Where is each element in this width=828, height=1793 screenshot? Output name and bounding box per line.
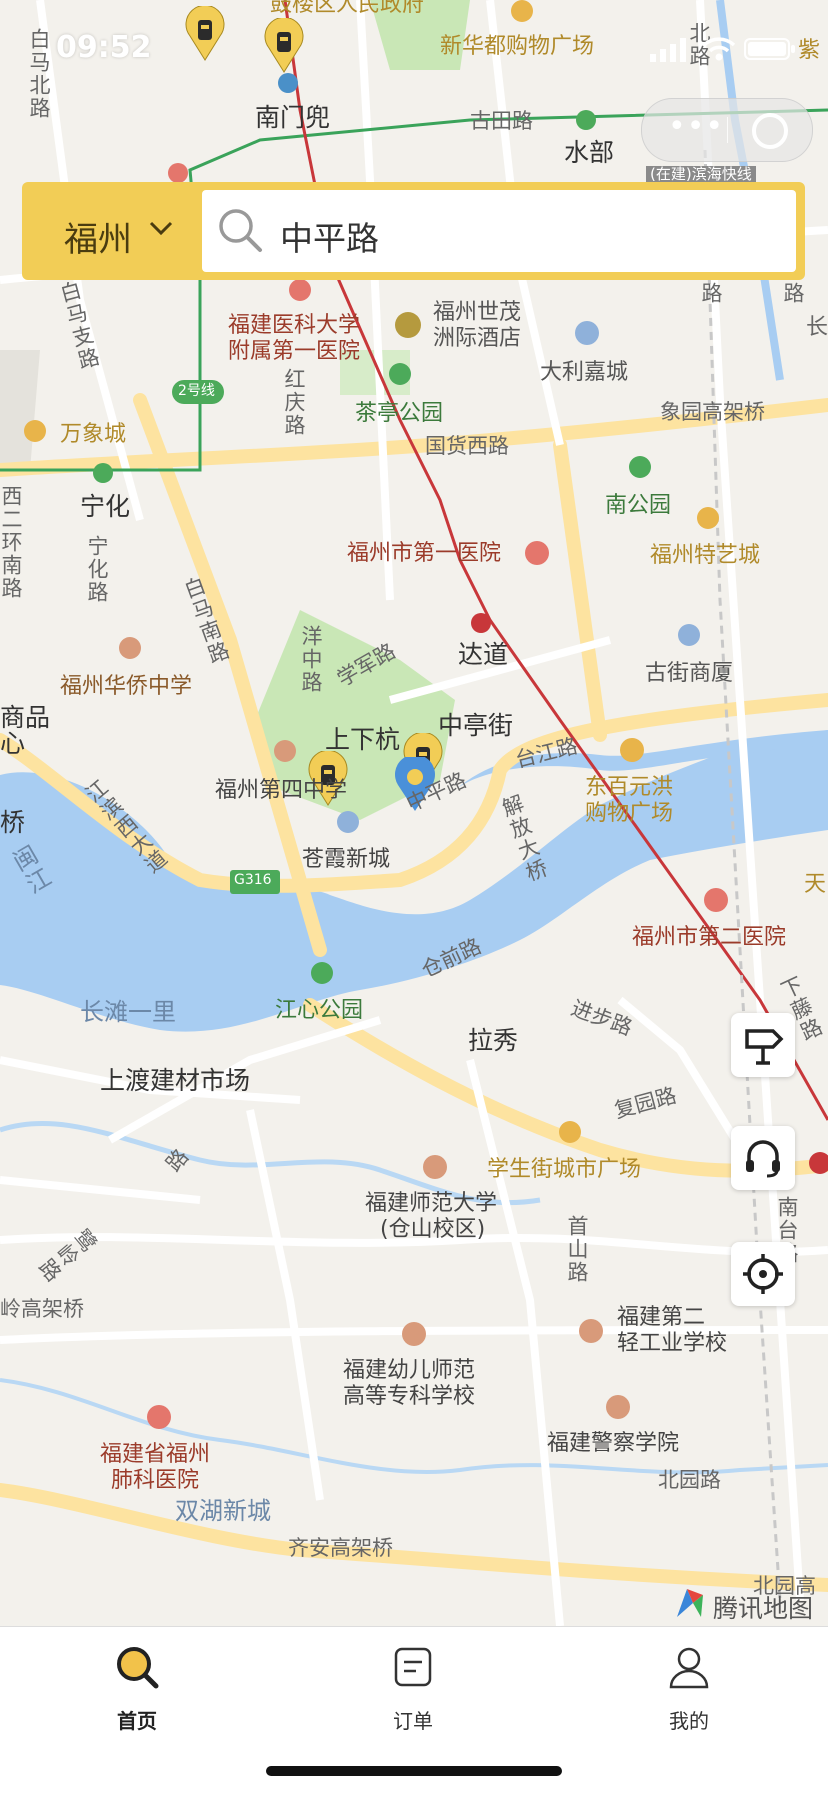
map-label: 福州市第一医院: [347, 541, 502, 566]
map-label: G316: [234, 872, 272, 888]
map-label: 东百元洪: [585, 775, 674, 800]
battery-icon: [744, 38, 795, 60]
map-label: 中亭街: [438, 711, 514, 740]
status-bar: 09:52: [0, 0, 828, 90]
search-input[interactable]: 中平路: [202, 190, 796, 272]
map-provider-label: 腾讯地图: [713, 1594, 814, 1623]
map-label: 岭高架桥: [0, 1297, 84, 1321]
map-label: 高等专科学校: [343, 1384, 476, 1409]
map-label: 双湖新城: [175, 1497, 271, 1525]
city-selector[interactable]: 福州: [22, 182, 200, 280]
map-label: 福建警察学院: [547, 1431, 680, 1456]
chevron-down-icon: [149, 221, 173, 236]
map-label: 桥: [0, 808, 26, 837]
map-label: 福州华侨中学: [60, 674, 193, 699]
search-icon: [219, 209, 262, 252]
tab-home[interactable]: 首页: [77, 1645, 197, 1735]
map-label: 洲际酒店: [433, 326, 522, 351]
map-label: 福建医科大学: [228, 313, 361, 338]
tab-label: 我的: [669, 1709, 709, 1733]
tab-label: 订单: [393, 1709, 433, 1733]
tab-profile[interactable]: 我的: [629, 1645, 749, 1735]
map-label: 福州世茂: [433, 300, 522, 325]
signal-icon: [650, 38, 686, 62]
headset-icon: [746, 1140, 780, 1178]
route-guide-button[interactable]: [731, 1013, 795, 1077]
map-label: 红庆路: [282, 368, 306, 437]
map-label: 南公园: [605, 493, 672, 518]
map-label: 商品: [0, 703, 51, 732]
map-label: 首山路: [565, 1215, 589, 1284]
locate-me-button[interactable]: [731, 1242, 795, 1306]
map-label: 拉秀: [468, 1026, 519, 1055]
map-label: 万象城: [60, 422, 127, 447]
search-icon: [117, 1647, 159, 1689]
map-label: 达道: [458, 640, 509, 669]
close-miniprogram-icon[interactable]: [752, 113, 788, 149]
status-time: 09:52: [56, 30, 152, 65]
tab-orders[interactable]: 订单: [353, 1645, 473, 1735]
map-label: 肺科医院: [111, 1468, 200, 1493]
miniprogram-capsule: •••: [641, 98, 813, 162]
map-label: 2号线: [178, 383, 215, 399]
map-label: 天: [804, 872, 827, 897]
city-label: 福州: [64, 220, 132, 260]
map-label: 宁化路: [85, 535, 109, 604]
search-bar: 福州 中平路: [22, 182, 805, 280]
tab-label: 首页: [117, 1709, 157, 1733]
map-label: 附属第一医院: [228, 339, 361, 364]
map-label: 齐安高架桥: [288, 1536, 393, 1560]
customer-service-button[interactable]: [731, 1126, 795, 1190]
map-label: 路: [699, 282, 723, 305]
map-label: 长: [806, 315, 828, 340]
capsule-divider: [727, 117, 728, 143]
map-label: 福建幼儿师范: [343, 1358, 476, 1383]
map-label: 国货西路: [425, 434, 509, 458]
crosshair-icon: [743, 1254, 783, 1294]
map-label: 古街商厦: [645, 661, 734, 686]
user-icon: [669, 1647, 709, 1689]
map-label: (在建)滨海快线: [646, 166, 756, 183]
map-label: 苍霞新城: [302, 847, 391, 872]
map-label: 福建第二: [617, 1305, 706, 1330]
tencent-map-logo-icon: [677, 1589, 703, 1617]
map-label: 长滩一里: [80, 998, 176, 1026]
map-label: 洋中路: [299, 625, 323, 694]
map-label: 上渡建材市场: [100, 1066, 251, 1095]
map-label: 西二环南路: [0, 485, 23, 600]
map-label: 象园高架桥: [660, 400, 765, 424]
map-label: 水部: [564, 138, 615, 167]
map-label: 上下杭: [325, 725, 401, 754]
map-label: 福建师范大学: [365, 1191, 498, 1216]
more-icon[interactable]: •••: [668, 112, 724, 142]
map-label: 江心公园: [275, 998, 364, 1023]
signpost-icon: [745, 1029, 784, 1065]
map-label: 北园路: [658, 1468, 721, 1492]
map-label: (仓山校区): [380, 1217, 486, 1242]
order-icon: [394, 1647, 432, 1687]
map-label: 轻工业学校: [617, 1331, 728, 1356]
map-label: 学生街城市广场: [487, 1157, 642, 1182]
search-query: 中平路: [280, 219, 379, 258]
map-label: 心: [0, 729, 26, 758]
map-label: 福建省福州: [100, 1442, 211, 1467]
map-label: 路: [781, 282, 805, 305]
map-label: 购物广场: [585, 801, 674, 826]
map-label: 宁化: [80, 492, 131, 521]
map-label: 大利嘉城: [540, 360, 629, 385]
map-label: 古田路: [470, 109, 533, 133]
wifi-icon: [702, 37, 736, 61]
map-label: 福州市第二医院: [632, 925, 787, 950]
map-label: 福州第四中学: [215, 778, 348, 803]
map-label: 福州特艺城: [650, 543, 761, 568]
map-label: 南门兜: [255, 103, 331, 132]
map-label: 茶亭公园: [355, 401, 444, 426]
home-indicator: [266, 1766, 562, 1776]
